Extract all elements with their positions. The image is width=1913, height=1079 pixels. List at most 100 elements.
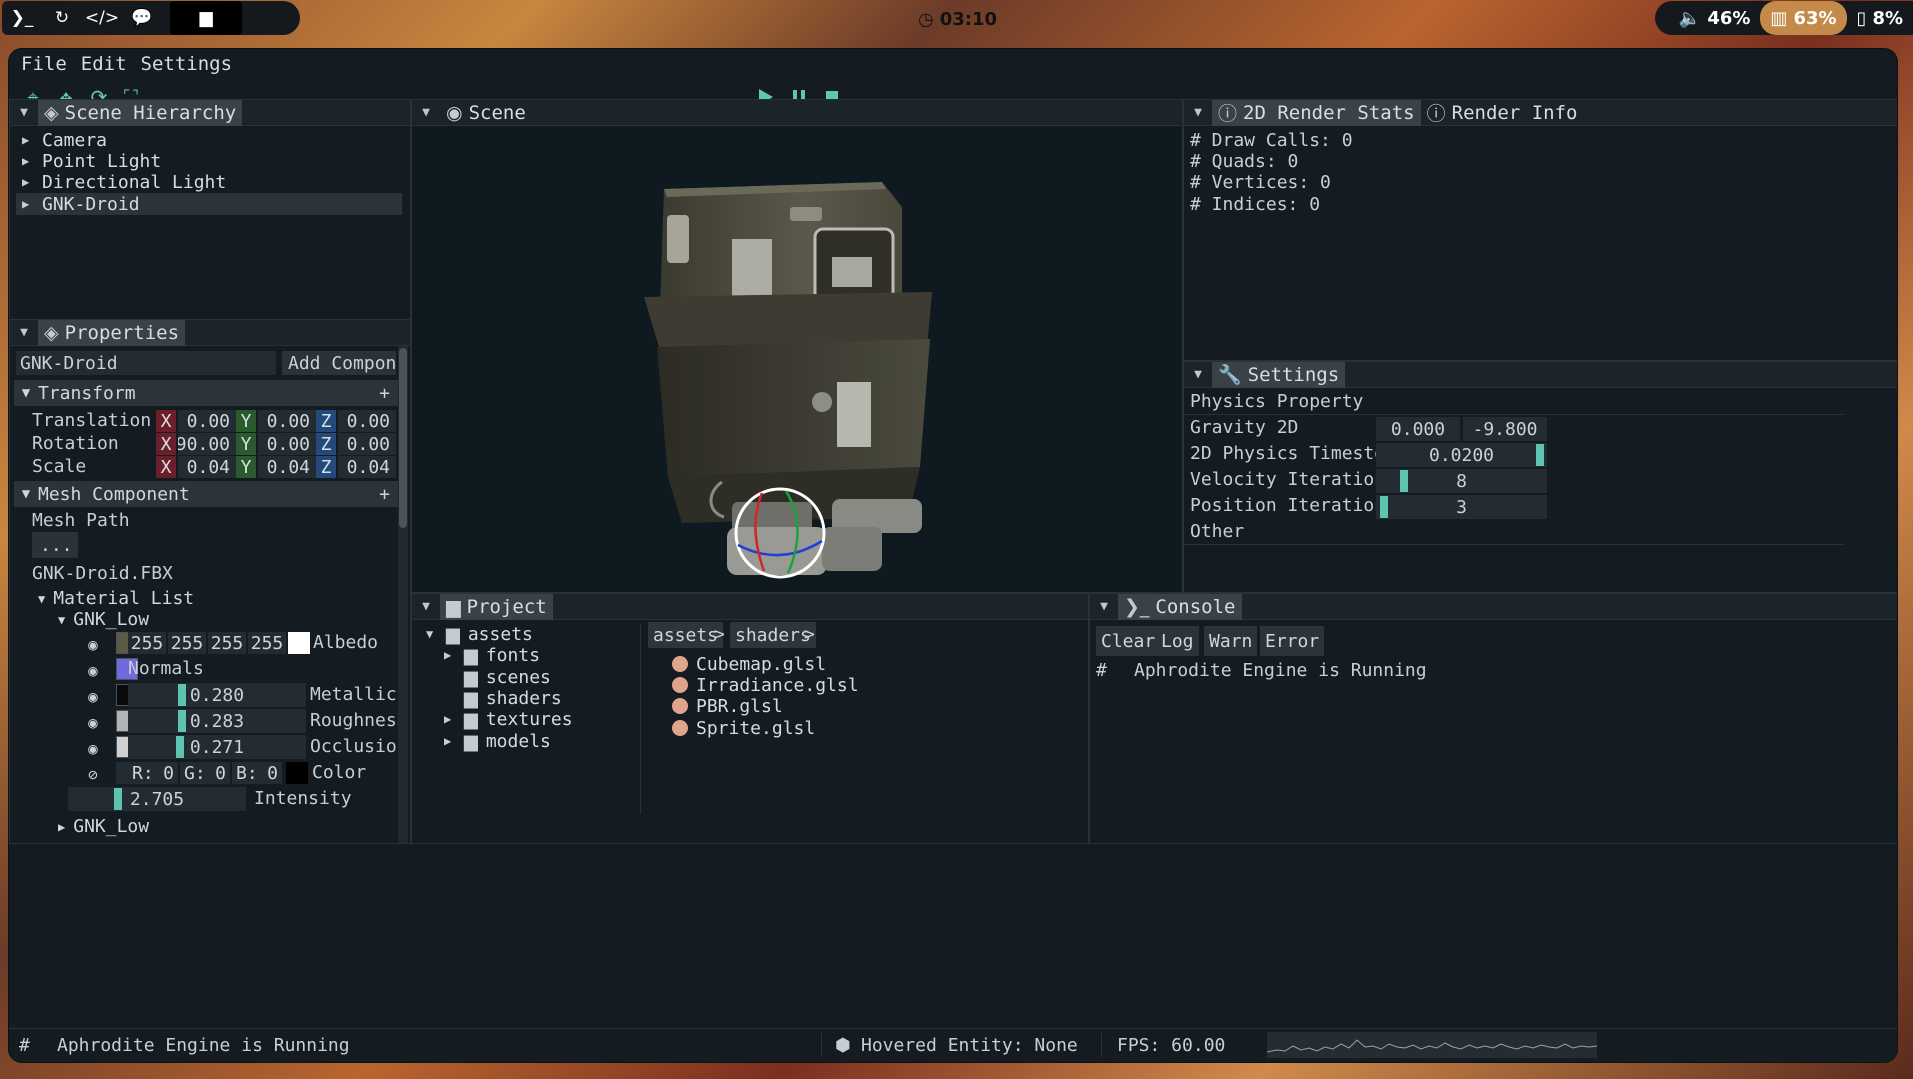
collapse-icon[interactable]: ▼ — [14, 486, 38, 502]
folder-assets[interactable]: ▼ ▆ assets — [426, 624, 533, 645]
collapse-icon[interactable]: ▼ — [426, 627, 438, 641]
translation-z-field[interactable]: 0.00 — [338, 410, 396, 432]
color-b-field[interactable]: B: 0 — [232, 762, 282, 784]
other-header[interactable]: Other — [1190, 521, 1244, 542]
timestep-slider[interactable]: 0.0200 — [1376, 443, 1547, 467]
metallic-slider[interactable]: 0.280 — [128, 683, 306, 707]
slider-grab[interactable] — [178, 710, 186, 732]
file-pbr[interactable]: PBR.glsl — [672, 696, 783, 717]
expand-arrow-icon[interactable]: ▶ — [444, 648, 456, 662]
tab-settings[interactable]: 🔧 Settings — [1212, 361, 1346, 388]
rotation-y-field[interactable]: 0.00 — [258, 433, 316, 455]
folder-scenes[interactable]: ▆ scenes — [444, 667, 551, 688]
folder-fonts[interactable]: ▶ ▆ fonts — [444, 645, 540, 666]
expand-arrow-icon[interactable]: ▶ — [22, 133, 34, 147]
expand-arrow-icon[interactable]: ▶ — [22, 154, 34, 168]
intensity-slider[interactable]: 2.705 — [68, 787, 246, 811]
scale-x-field[interactable]: 0.04 — [178, 456, 236, 478]
file-sprite[interactable]: Sprite.glsl — [672, 718, 815, 739]
breadcrumb-shaders[interactable]: shaders — [730, 622, 816, 648]
menu-file[interactable]: File — [21, 53, 67, 75]
slider-grab[interactable] — [1380, 496, 1388, 518]
memory-indicator[interactable]: ▥ 63% — [1760, 1, 1847, 35]
rotation-z-field[interactable]: 0.00 — [338, 433, 396, 455]
mesh-section-header[interactable]: ▼ Mesh Component + — [14, 481, 398, 507]
folder-icon[interactable]: ▆ — [170, 1, 242, 35]
tab-render-info[interactable]: ⓘ Render Info — [1421, 100, 1584, 126]
collapse-icon[interactable]: ▼ — [412, 105, 440, 120]
slider-grab[interactable] — [114, 788, 122, 810]
expand-arrow-icon[interactable]: ▶ — [22, 175, 34, 189]
entity-name-input[interactable]: GNK-Droid — [16, 351, 276, 375]
scene-viewport[interactable] — [412, 127, 1182, 592]
collapse-icon[interactable]: ▼ — [1184, 105, 1212, 120]
occlusion-slider[interactable]: 0.271 — [128, 735, 306, 759]
scale-y-field[interactable]: 0.04 — [258, 456, 316, 478]
expand-arrow-icon[interactable]: ▶ — [444, 734, 456, 748]
file-cubemap[interactable]: Cubemap.glsl — [672, 654, 826, 675]
folder-shaders[interactable]: ▆ shaders — [444, 688, 562, 709]
breadcrumb-assets[interactable]: assets — [648, 622, 724, 648]
translation-y-field[interactable]: 0.00 — [258, 410, 316, 432]
terminal-icon[interactable]: ❯_ — [2, 1, 42, 35]
tab-2d-render-stats[interactable]: ⓘ 2D Render Stats — [1212, 99, 1421, 126]
eye-icon[interactable]: ◉ — [82, 634, 104, 654]
albedo-a-field[interactable]: 255 — [248, 632, 286, 654]
albedo-r-field[interactable]: 255 — [128, 632, 166, 654]
collapse-icon[interactable]: ▼ — [1090, 599, 1118, 614]
collapse-icon[interactable]: ▼ — [1184, 367, 1212, 382]
hierarchy-item-directional-light[interactable]: ▶ Directional Light — [22, 172, 226, 193]
eye-icon[interactable]: ◉ — [82, 686, 104, 706]
expand-arrow-icon[interactable]: ▶ — [22, 197, 34, 211]
tab-console[interactable]: ❯_ Console — [1118, 593, 1242, 620]
translation-x-field[interactable]: 0.00 — [178, 410, 236, 432]
menu-edit[interactable]: Edit — [81, 53, 127, 75]
code-icon[interactable]: </> — [82, 1, 122, 35]
material-item[interactable]: ▶ GNK_Low — [58, 816, 149, 837]
physics-property-header[interactable]: Physics Property — [1190, 391, 1363, 412]
material-item[interactable]: ▼ GNK_Low — [58, 609, 149, 630]
properties-scrollbar[interactable] — [398, 346, 408, 843]
add-icon[interactable]: + — [379, 484, 390, 505]
add-icon[interactable]: + — [379, 383, 390, 404]
eye-icon[interactable]: ◉ — [82, 738, 104, 758]
eye-slash-icon[interactable]: ⊘ — [82, 764, 104, 784]
scale-z-field[interactable]: 0.04 — [338, 456, 396, 478]
file-irradiance[interactable]: Irradiance.glsl — [672, 675, 859, 696]
eye-icon[interactable]: ◉ — [82, 712, 104, 732]
transform-section-header[interactable]: ▼ Transform + — [14, 380, 398, 406]
console-error-button[interactable]: Error — [1260, 626, 1325, 656]
scrollbar-thumb[interactable] — [399, 348, 407, 528]
tab-scene[interactable]: ◉ Scene — [440, 100, 532, 126]
collapse-icon[interactable]: ▼ — [10, 325, 38, 340]
color-g-field[interactable]: G: 0 — [180, 762, 230, 784]
expand-arrow-icon[interactable]: ▶ — [444, 712, 456, 726]
console-clear-button[interactable]: Clear — [1096, 626, 1161, 656]
tab-project[interactable]: ▆ Project — [440, 593, 553, 620]
collapse-icon[interactable]: ▼ — [412, 599, 440, 614]
gravity-y-field[interactable]: -9.800 — [1463, 417, 1547, 441]
hierarchy-item-gnk-droid[interactable]: ▶ GNK-Droid — [22, 194, 140, 215]
battery-indicator[interactable]: ▯ 8% — [1847, 1, 1913, 35]
hierarchy-item-point-light[interactable]: ▶ Point Light — [22, 151, 161, 172]
material-list-header[interactable]: ▼ Material List — [38, 588, 194, 609]
slider-grab[interactable] — [178, 684, 186, 706]
tab-properties[interactable]: ◈ Properties — [38, 320, 186, 346]
position-slider[interactable]: 3 — [1376, 495, 1547, 519]
collapse-icon[interactable]: ▼ — [58, 613, 65, 627]
console-warn-button[interactable]: Warn — [1204, 626, 1258, 656]
collapse-icon[interactable]: ▼ — [14, 385, 38, 401]
collapse-icon[interactable]: ▼ — [38, 592, 45, 606]
folder-models[interactable]: ▶ ▆ models — [444, 731, 551, 752]
add-component-button[interactable]: Add Component — [282, 351, 396, 375]
tab-scene-hierarchy[interactable]: ◈ Scene Hierarchy — [38, 99, 243, 126]
rotation-x-field[interactable]: -90.00 — [178, 433, 236, 455]
chat-icon[interactable]: 💬 — [122, 1, 162, 35]
volume-indicator[interactable]: 🔈 46% — [1669, 1, 1761, 35]
expand-arrow-icon[interactable]: ▶ — [58, 820, 65, 834]
eye-icon[interactable]: ◉ — [82, 660, 104, 680]
slider-grab[interactable] — [176, 736, 184, 758]
velocity-slider[interactable]: 8 — [1376, 469, 1547, 493]
folder-textures[interactable]: ▶ ▆ textures — [444, 709, 573, 730]
roughness-slider[interactable]: 0.283 — [128, 709, 306, 733]
